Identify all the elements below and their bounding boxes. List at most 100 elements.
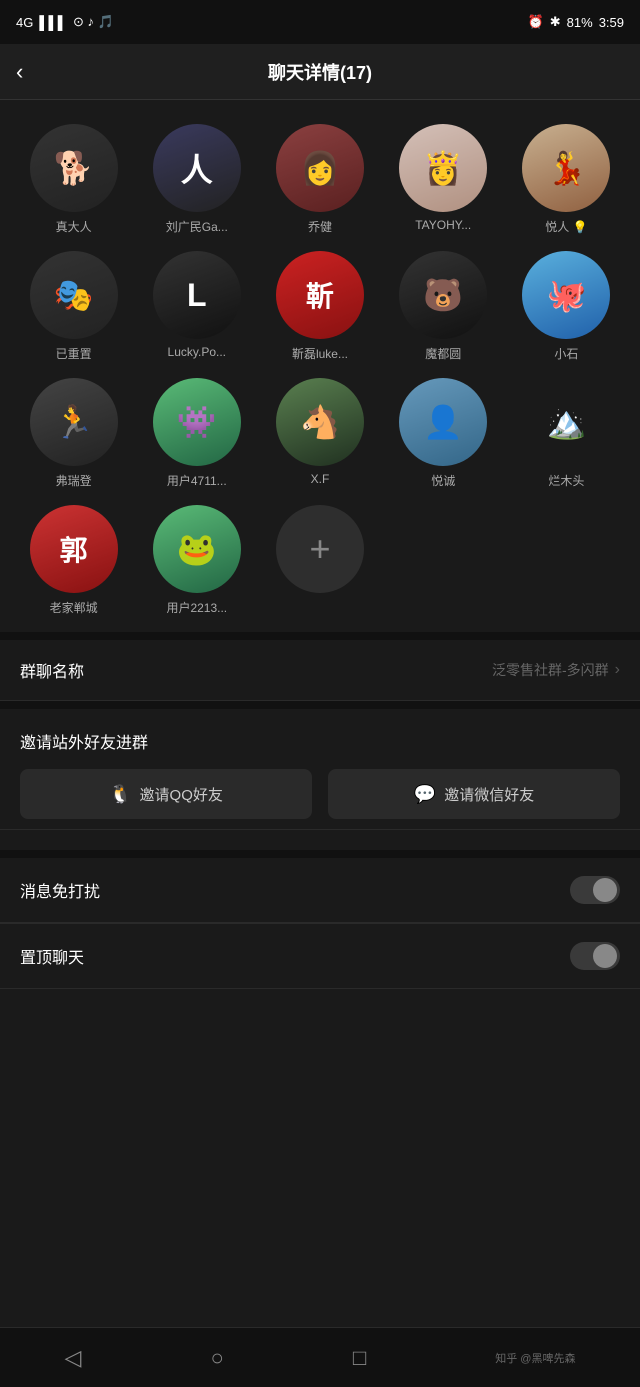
member-item[interactable]: 🐻 魔都圆 — [386, 251, 501, 362]
add-member-item[interactable]: + — [262, 505, 377, 616]
member-avatar: 🐙 — [522, 251, 610, 339]
page-header: ‹ 聊天详情(17) — [0, 44, 640, 100]
signal-icon: 4G — [16, 15, 33, 30]
nav-zhihu: 知乎 @黑啤先森 — [495, 1350, 575, 1366]
add-member-button[interactable]: + — [276, 505, 364, 593]
member-avatar: L — [153, 251, 241, 339]
divider-3 — [0, 850, 640, 858]
members-grid: 🐕真大人人刘广民Ga...👩乔健👸TAYOHY...💃悦人 💡🎭已重置LLuck… — [16, 124, 624, 616]
member-avatar: 🐕 — [30, 124, 118, 212]
member-avatar: 💃 — [522, 124, 610, 212]
member-item[interactable]: L Lucky.Po... — [139, 251, 254, 362]
recent-nav-icon[interactable]: □ — [353, 1345, 366, 1371]
member-name: 已重置 — [56, 345, 92, 362]
member-item[interactable]: 🐙 小石 — [509, 251, 624, 362]
pin-toggle-knob — [593, 944, 617, 968]
member-name: 悦诚 — [431, 472, 455, 489]
member-item[interactable]: 👾 用户4711... — [139, 378, 254, 489]
member-name: 老家郸城 — [50, 599, 98, 616]
section-divider — [0, 632, 640, 640]
member-item[interactable]: 🎭 已重置 — [16, 251, 131, 362]
extra-icons: ⊙ ♪ 🎵 — [73, 14, 114, 30]
member-item[interactable]: 郭老家郸城 — [16, 505, 131, 616]
back-nav-icon[interactable]: ◁ — [65, 1345, 82, 1371]
member-avatar: 🐴 — [276, 378, 364, 466]
member-item[interactable]: 靳靳磊luke... — [262, 251, 377, 362]
pin-chat-row[interactable]: 置顶聊天 — [0, 924, 640, 989]
member-name: 小石 — [554, 345, 578, 362]
wechat-icon: 💬 — [414, 784, 436, 805]
member-item[interactable]: 🐕 真大人 — [16, 124, 131, 235]
pin-chat-label: 置顶聊天 — [20, 944, 84, 968]
member-item[interactable]: 🏃 弗瑞登 — [16, 378, 131, 489]
nav-back[interactable]: ◁ — [65, 1345, 82, 1371]
member-avatar: 🏔️ — [522, 378, 610, 466]
member-name: 烂木头 — [548, 472, 584, 489]
member-name: 魔都圆 — [425, 345, 461, 362]
member-item[interactable]: 👸 TAYOHY... — [386, 124, 501, 235]
member-item[interactable]: 👤 悦诚 — [386, 378, 501, 489]
dnd-label: 消息免打扰 — [20, 878, 100, 902]
member-avatar: 🐻 — [399, 251, 487, 339]
back-button[interactable]: ‹ — [16, 59, 23, 85]
group-name-value: 泛零售社群-多闪群 › — [492, 660, 620, 680]
status-left: 4G ▌▌▌ ⊙ ♪ 🎵 — [16, 14, 114, 30]
dnd-toggle[interactable] — [570, 876, 620, 904]
invite-section: 邀请站外好友进群 🐧 邀请QQ好友 💬 邀请微信好友 — [0, 709, 640, 830]
invite-label: 邀请站外好友进群 — [20, 729, 620, 753]
time-display: 3:59 — [599, 15, 624, 30]
member-item[interactable]: 👩 乔健 — [262, 124, 377, 235]
dnd-row[interactable]: 消息免打扰 — [0, 858, 640, 923]
group-name-label: 群聊名称 — [20, 658, 84, 682]
status-bar: 4G ▌▌▌ ⊙ ♪ 🎵 ⏰ ✱ 81% 3:59 — [0, 0, 640, 44]
member-item[interactable]: 🐴 X.F — [262, 378, 377, 489]
member-name: TAYOHY... — [415, 218, 471, 232]
member-avatar: 🏃 — [30, 378, 118, 466]
member-avatar: 🐸 — [153, 505, 241, 593]
member-avatar: 人 — [153, 124, 241, 212]
page-title: 聊天详情(17) — [268, 59, 372, 85]
member-name: 用户4711... — [167, 472, 227, 489]
members-section: 🐕真大人人刘广民Ga...👩乔健👸TAYOHY...💃悦人 💡🎭已重置LLuck… — [0, 100, 640, 632]
member-name: Lucky.Po... — [168, 345, 226, 359]
settings-section: 群聊名称 泛零售社群-多闪群 › — [0, 640, 640, 701]
member-name: 乔健 — [308, 218, 332, 235]
home-nav-icon[interactable]: ○ — [211, 1345, 224, 1371]
nav-home[interactable]: ○ — [211, 1345, 224, 1371]
member-name: 靳磊luke... — [292, 345, 348, 362]
invite-wechat-label: 邀请微信好友 — [444, 784, 534, 805]
chevron-icon: › — [615, 661, 620, 679]
invite-buttons: 🐧 邀请QQ好友 💬 邀请微信好友 — [20, 769, 620, 819]
member-name: 弗瑞登 — [56, 472, 92, 489]
member-avatar: 靳 — [276, 251, 364, 339]
bottom-nav: ◁ ○ □ 知乎 @黑啤先森 — [0, 1327, 640, 1387]
member-avatar: 👸 — [399, 124, 487, 212]
member-name: 刘广民Ga... — [166, 218, 228, 235]
bluetooth-icon: ✱ — [550, 14, 561, 30]
group-name-row[interactable]: 群聊名称 泛零售社群-多闪群 › — [0, 640, 640, 701]
invite-wechat-button[interactable]: 💬 邀请微信好友 — [328, 769, 620, 819]
member-item[interactable]: 🐸 用户2213... — [139, 505, 254, 616]
member-name: 真大人 — [56, 218, 92, 235]
member-avatar: 👾 — [153, 378, 241, 466]
zhihu-label: 知乎 @黑啤先森 — [495, 1350, 575, 1366]
divider-2 — [0, 701, 640, 709]
member-name: 悦人 💡 — [545, 218, 587, 235]
member-item[interactable]: 人刘广民Ga... — [139, 124, 254, 235]
main-content: 🐕真大人人刘广民Ga...👩乔健👸TAYOHY...💃悦人 💡🎭已重置LLuck… — [0, 100, 640, 1249]
pin-toggle[interactable] — [570, 942, 620, 970]
member-avatar: 👩 — [276, 124, 364, 212]
wifi-icon: ▌▌▌ — [39, 15, 67, 30]
invite-qq-label: 邀请QQ好友 — [140, 784, 223, 805]
member-item[interactable]: 💃 悦人 💡 — [509, 124, 624, 235]
dnd-toggle-knob — [593, 878, 617, 902]
toggle-settings: 消息免打扰 置顶聊天 — [0, 858, 640, 989]
member-item[interactable]: 🏔️ 烂木头 — [509, 378, 624, 489]
member-avatar: 🎭 — [30, 251, 118, 339]
member-name: 用户2213... — [166, 599, 227, 616]
member-name: X.F — [311, 472, 330, 486]
invite-qq-button[interactable]: 🐧 邀请QQ好友 — [20, 769, 312, 819]
nav-recent[interactable]: □ — [353, 1345, 366, 1371]
member-avatar: 👤 — [399, 378, 487, 466]
member-avatar: 郭 — [30, 505, 118, 593]
